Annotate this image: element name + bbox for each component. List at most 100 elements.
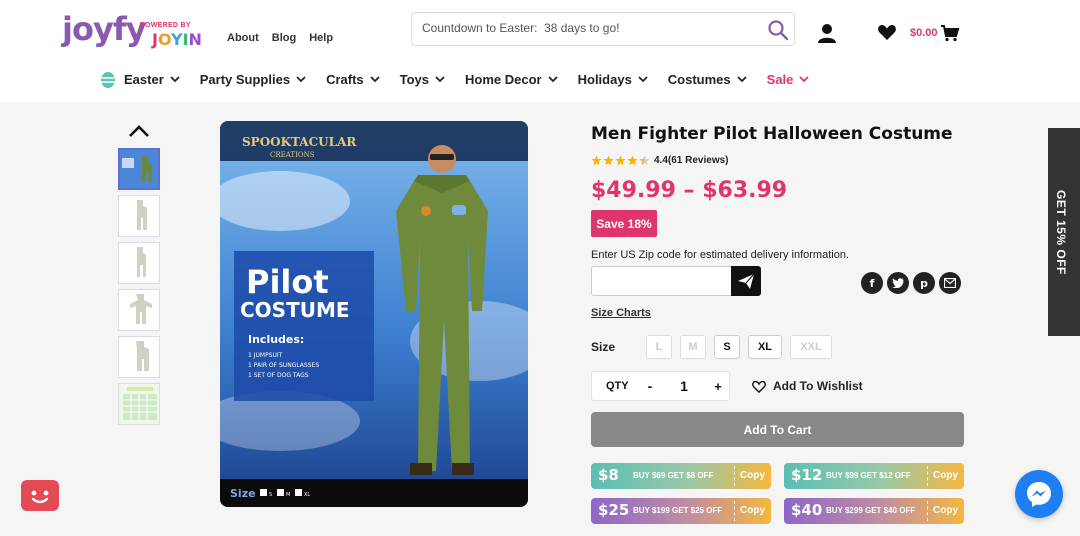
thumbnail-5[interactable] — [118, 336, 160, 378]
user-account-icon[interactable] — [816, 22, 838, 44]
discount-side-tab[interactable]: GET 15% OFF — [1048, 128, 1080, 336]
qty-decrease-button[interactable]: - — [642, 378, 658, 394]
coupon-copy-button[interactable]: Copy — [740, 470, 765, 481]
thumbnail-3[interactable] — [118, 242, 160, 284]
image-brand-subtext: CREATIONS — [270, 151, 315, 159]
star-icon — [591, 155, 602, 166]
email-icon[interactable] — [939, 272, 961, 294]
size-option-l[interactable]: L — [646, 335, 672, 359]
nav-toys[interactable]: Toys — [400, 70, 445, 88]
coupon-40[interactable]: $40 BUY $299 GET $40 OFF Copy — [784, 498, 964, 524]
nav-easter[interactable]: Easter — [100, 70, 180, 88]
image-size-mark: M — [286, 492, 290, 498]
product-main-image[interactable]: SPOOKTACULAR CREATIONS Pilot COSTUME Inc… — [220, 121, 528, 507]
qty-label: QTY — [606, 380, 629, 392]
size-option-m[interactable]: M — [680, 335, 706, 359]
nav-holidays[interactable]: Holidays — [578, 70, 648, 88]
coupon-description: BUY $99 GET $12 OFF — [826, 471, 911, 480]
search-input[interactable] — [422, 21, 762, 35]
qty-value[interactable]: 1 — [658, 378, 710, 394]
nav-label: Crafts — [326, 71, 364, 87]
link-help[interactable]: Help — [309, 32, 333, 44]
chevron-down-icon — [435, 75, 445, 82]
thumbnail-4[interactable] — [118, 289, 160, 331]
smiley-chat-icon — [31, 490, 49, 504]
add-to-wishlist-button[interactable]: Add To Wishlist — [752, 379, 863, 393]
shopping-cart-icon[interactable] — [940, 23, 960, 43]
image-include-item: 1 JUMPSUIT — [248, 352, 283, 359]
star-icon — [603, 155, 614, 166]
quantity-stepper: QTY - 1 + — [591, 371, 730, 401]
chevron-down-icon — [370, 75, 380, 82]
coupon-description: BUY $69 GET $8 OFF — [633, 471, 714, 480]
image-size-mark: XL — [304, 492, 310, 498]
size-option-xl[interactable]: XL — [748, 335, 782, 359]
nav-party-supplies[interactable]: Party Supplies — [200, 70, 306, 88]
thumbnail-list — [118, 148, 160, 425]
pinterest-icon[interactable]: p — [913, 272, 935, 294]
image-includes-text: Includes: — [248, 333, 304, 346]
nav-label: Sale — [766, 71, 794, 87]
thumbnail-1[interactable] — [118, 148, 160, 190]
image-size-text: Size — [230, 487, 256, 500]
messenger-button[interactable] — [1015, 470, 1063, 518]
logo-text: joyfy — [62, 10, 147, 48]
chevron-down-icon — [296, 75, 306, 82]
product-rating[interactable]: 4.4(61 Reviews) — [591, 155, 729, 166]
nav-crafts[interactable]: Crafts — [326, 70, 380, 88]
coupon-copy-button[interactable]: Copy — [740, 505, 765, 516]
nav-costumes[interactable]: Costumes — [668, 70, 747, 88]
chevron-up-icon[interactable] — [128, 124, 150, 138]
size-charts-link[interactable]: Size Charts — [591, 307, 651, 319]
add-to-cart-button[interactable]: Add To Cart — [591, 412, 964, 447]
size-option-s[interactable]: S — [714, 335, 740, 359]
coupon-8[interactable]: $8 BUY $69 GET $8 OFF Copy — [591, 463, 771, 489]
coupon-description: BUY $199 GET $25 OFF — [633, 506, 723, 515]
coupon-copy-button[interactable]: Copy — [933, 505, 958, 516]
zip-code-input[interactable] — [591, 266, 732, 296]
coupon-25[interactable]: $25 BUY $199 GET $25 OFF Copy — [591, 498, 771, 524]
twitter-icon[interactable] — [887, 272, 909, 294]
side-tab-label: GET 15% OFF — [1054, 190, 1068, 275]
size-options: L M S XL XXL — [646, 335, 832, 359]
chevron-down-icon — [547, 75, 558, 82]
image-costume-text: COSTUME — [240, 298, 350, 322]
size-option-xxl[interactable]: XXL — [790, 335, 832, 359]
facebook-icon[interactable]: f — [861, 272, 883, 294]
joyfy-logo[interactable]: joyfy POWERED BY JOYIN — [62, 10, 212, 54]
qty-increase-button[interactable]: + — [710, 379, 726, 394]
chevron-down-icon — [737, 75, 747, 82]
zip-submit-button[interactable] — [731, 266, 761, 296]
coupon-12[interactable]: $12 BUY $99 GET $12 OFF Copy — [784, 463, 964, 489]
coupon-description: BUY $299 GET $40 OFF — [826, 506, 916, 515]
cart-total[interactable]: $0.00 — [910, 27, 938, 39]
costume-package-artwork: SPOOKTACULAR CREATIONS Pilot COSTUME Inc… — [220, 121, 528, 507]
nav-home-decor[interactable]: Home Decor — [465, 70, 558, 88]
coupon-copy-button[interactable]: Copy — [933, 470, 958, 481]
messenger-icon — [1027, 482, 1051, 507]
size-label: Size — [591, 340, 616, 354]
image-include-item: 1 SET OF DOG TAGS — [248, 372, 309, 379]
paper-plane-icon — [738, 273, 755, 289]
coupon-amount: $8 — [598, 466, 619, 484]
thumbnail-2[interactable] — [118, 195, 160, 237]
coupon-amount: $40 — [791, 501, 823, 519]
rating-stars — [591, 155, 650, 166]
search-icon[interactable] — [766, 18, 790, 42]
chat-widget-button[interactable] — [21, 480, 59, 511]
logo-joyin: JOYIN — [152, 30, 202, 49]
rating-text: 4.4(61 Reviews) — [654, 155, 729, 166]
heart-wishlist-icon[interactable] — [877, 22, 897, 42]
site-header: joyfy POWERED BY JOYIN About Blog Help $… — [0, 0, 1080, 102]
link-about[interactable]: About — [227, 32, 259, 44]
star-icon — [627, 155, 638, 166]
nav-label: Party Supplies — [199, 71, 291, 87]
zip-label: Enter US Zip code for estimated delivery… — [591, 249, 850, 261]
nav-sale[interactable]: Sale — [767, 70, 810, 88]
product-section: SPOOKTACULAR CREATIONS Pilot COSTUME Inc… — [0, 102, 1080, 536]
thumbnail-6[interactable] — [118, 383, 160, 425]
coupon-amount: $25 — [598, 501, 630, 519]
nav-label: Toys — [399, 71, 430, 87]
link-blog[interactable]: Blog — [272, 32, 296, 44]
coupon-grid: $8 BUY $69 GET $8 OFF Copy $12 BUY $99 G… — [591, 463, 964, 524]
